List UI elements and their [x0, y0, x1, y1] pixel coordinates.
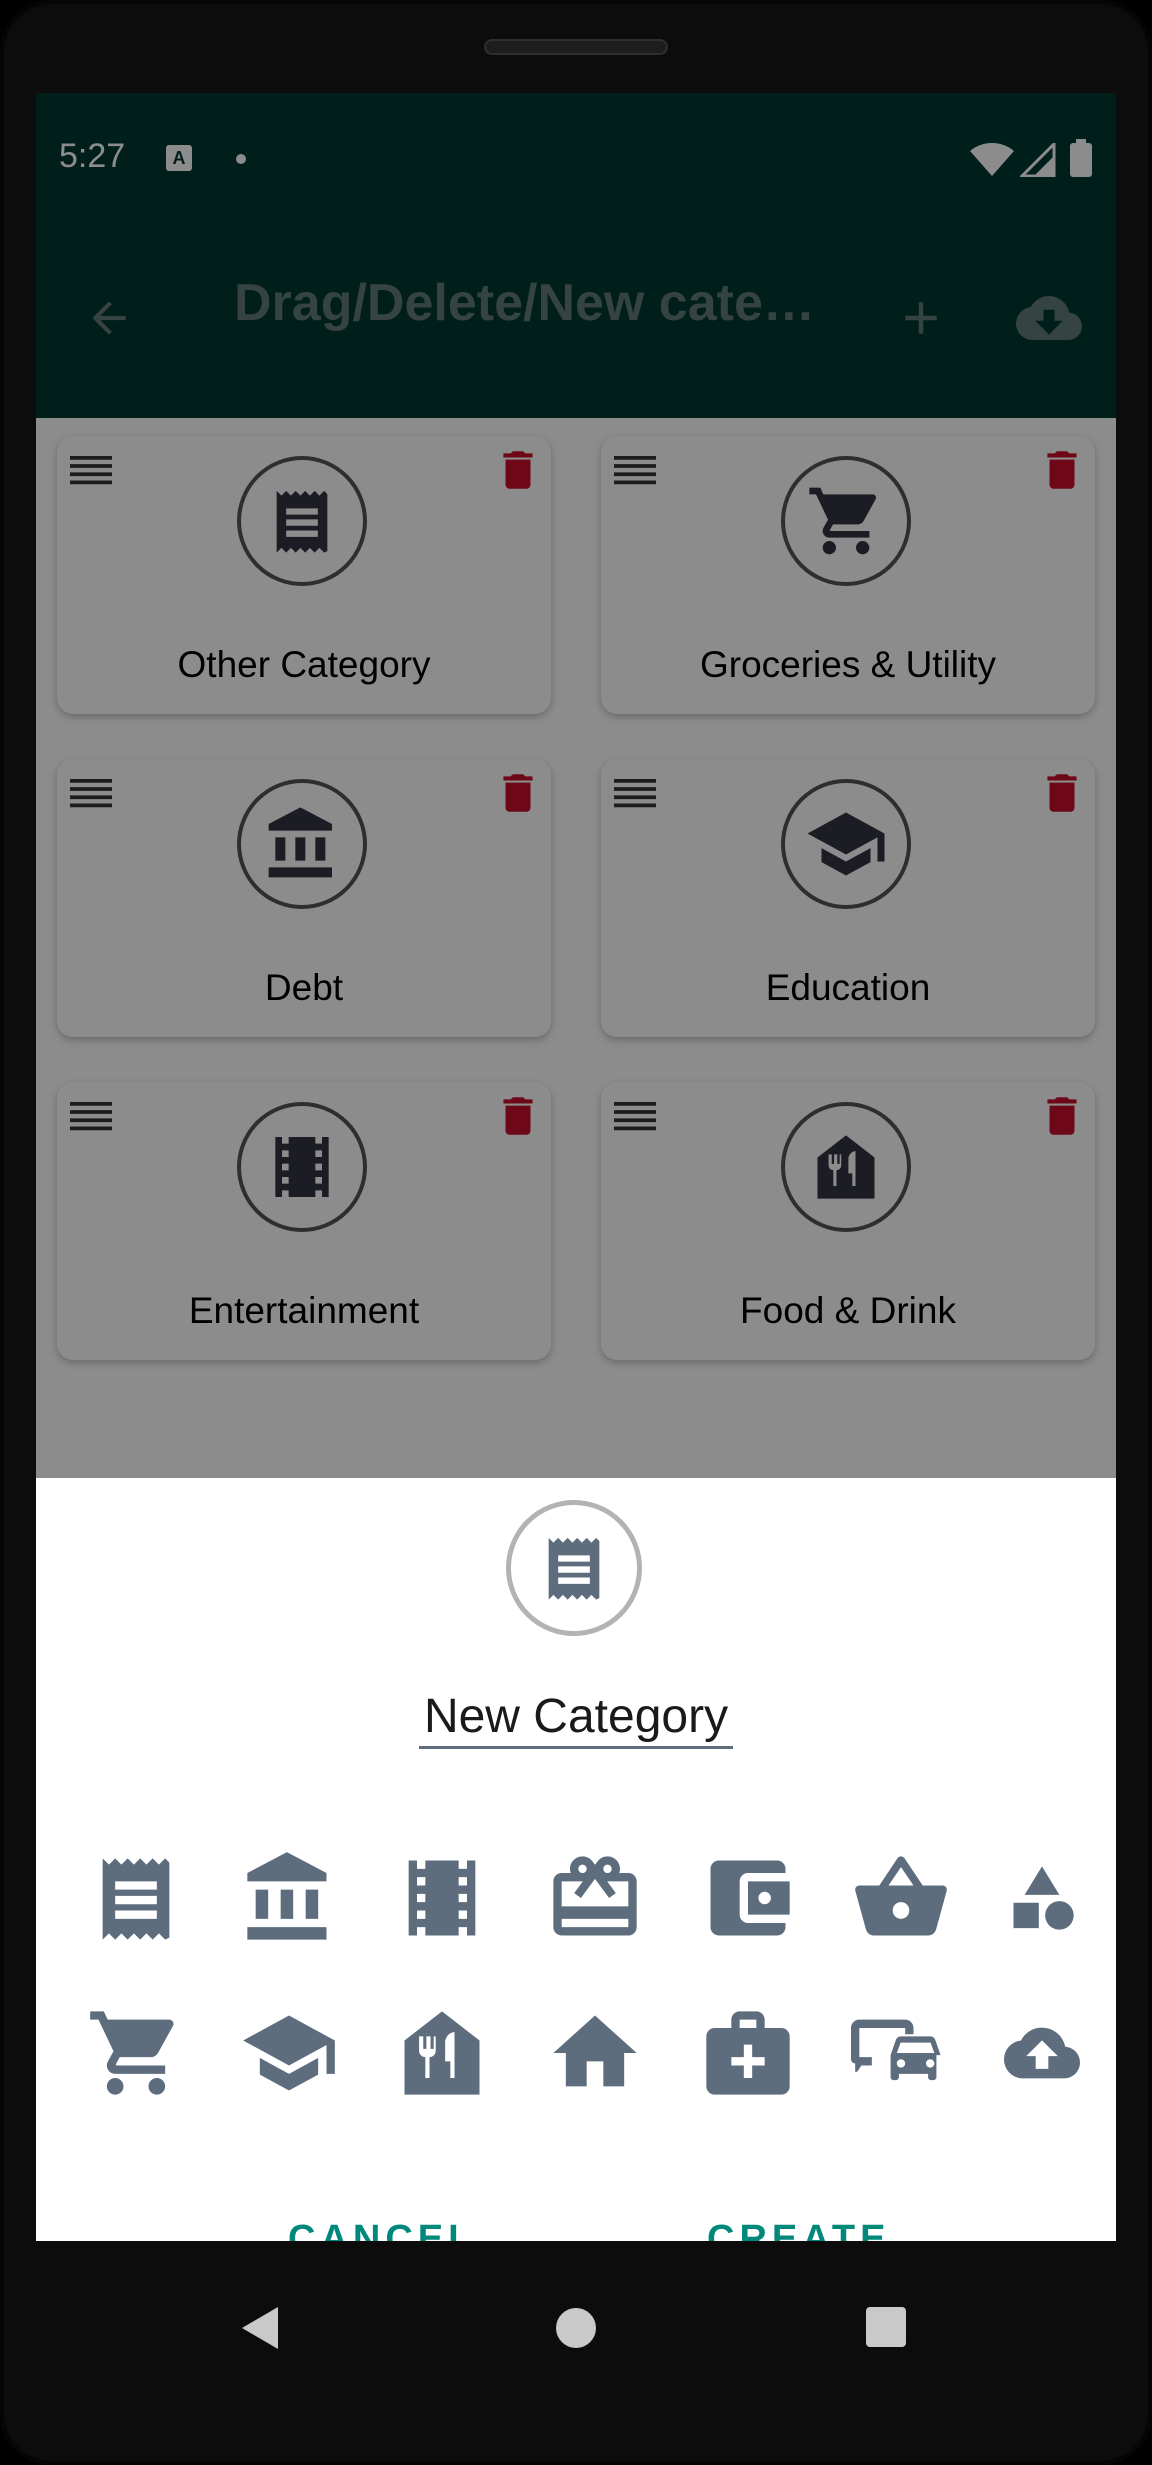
bank-icon [247, 1852, 327, 1940]
cancel-button[interactable]: CANCEL [288, 2218, 476, 2241]
icon-choice[interactable] [698, 2003, 798, 2103]
system-nav-bar [0, 2241, 1152, 2465]
icon-choice[interactable] [86, 2003, 186, 2103]
icon-choice[interactable] [1004, 2003, 1080, 2103]
wallet-icon [710, 1860, 790, 1936]
medical-bag-icon [706, 2011, 790, 2095]
restaurant-icon [404, 2011, 480, 2095]
dialog-scrim[interactable] [36, 93, 1116, 1478]
nav-recents-icon[interactable] [866, 2307, 906, 2347]
icon-choice[interactable] [239, 2003, 339, 2103]
nav-back-icon[interactable] [240, 2305, 280, 2351]
icon-choice[interactable] [545, 2003, 645, 2103]
icon-choice[interactable] [545, 1848, 645, 1948]
icon-choice[interactable] [239, 1848, 339, 1948]
selected-icon-preview [506, 1500, 642, 1636]
earpiece-speaker [484, 39, 668, 55]
cart-icon [90, 2011, 174, 2095]
icon-choice[interactable] [698, 1848, 798, 1948]
cloud-upload-icon [1004, 2027, 1080, 2079]
phone-frame: 5:27 A Drag/Delete/New cate… Other Categ… [0, 0, 1152, 2465]
home-icon [553, 2015, 637, 2087]
icon-choice[interactable] [392, 1848, 492, 1948]
icon-choice[interactable] [86, 1848, 186, 1948]
gift-card-icon [553, 1856, 637, 1936]
basket-icon [855, 1856, 947, 1936]
nav-home-icon[interactable] [555, 2307, 597, 2349]
car-transport-icon [851, 2019, 941, 2081]
receipt-icon [548, 1537, 600, 1600]
new-category-sheet: CANCEL CREATE [36, 1478, 1116, 2241]
film-icon [408, 1860, 476, 1936]
screen: 5:27 A Drag/Delete/New cate… Other Categ… [36, 93, 1116, 2241]
icon-choice[interactable] [851, 1848, 951, 1948]
shapes-icon [1013, 1866, 1074, 1930]
icon-choice[interactable] [392, 2003, 492, 2103]
graduation-cap-icon [243, 2015, 335, 2091]
create-button[interactable]: CREATE [707, 2218, 890, 2241]
icon-choice[interactable] [1004, 1848, 1080, 1948]
category-name-input[interactable] [419, 1686, 733, 1749]
icon-choice[interactable] [851, 2003, 951, 2103]
receipt-icon [102, 1858, 170, 1940]
